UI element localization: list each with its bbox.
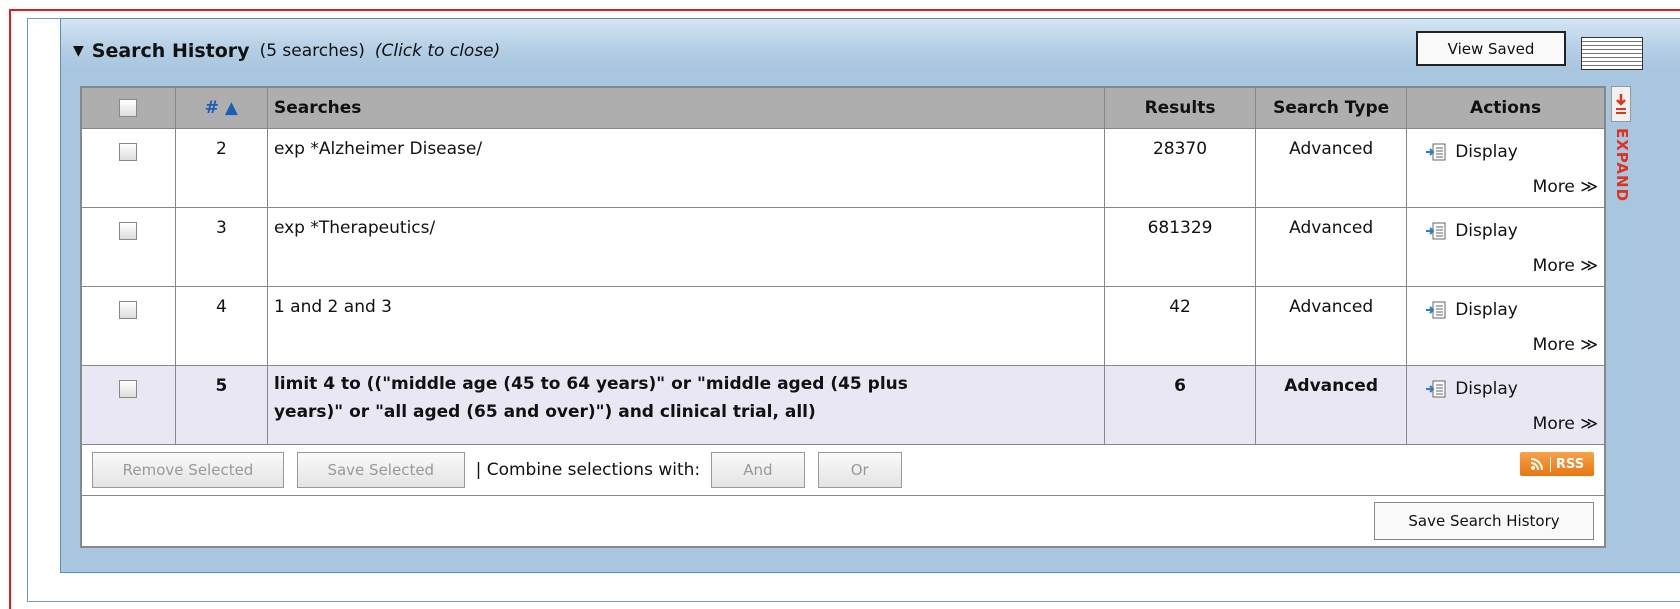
collapse-triangle-icon[interactable]: ▼ [73,43,84,59]
display-label: Display [1455,142,1518,162]
search-type: Advanced [1255,128,1408,208]
table-row: 5 limit 4 to (("middle age (45 to 64 yea… [80,365,1606,445]
row-checkbox[interactable] [119,380,138,398]
search-query: limit 4 to (("middle age (45 to 64 years… [266,365,1105,445]
display-link[interactable]: Display [1425,379,1518,399]
select-all-checkbox[interactable] [119,99,138,117]
more-link[interactable]: More ≫ [1533,414,1598,434]
display-icon [1425,380,1447,398]
close-panel-link[interactable]: (Click to close) [375,41,500,61]
panel-header[interactable]: ▼ Search History (5 searches) (Click to … [73,36,500,66]
row-actions: Display More ≫ [1406,207,1606,287]
result-count: 6 [1103,365,1257,445]
row-number: 2 [174,128,268,208]
search-type: Advanced [1255,365,1408,445]
expand-panel-toggle[interactable]: EXPAND [1611,86,1631,220]
display-link[interactable]: Display [1425,142,1518,162]
table-row: 3 exp *Therapeutics/ 681329 Advanced Dis… [80,207,1606,287]
rss-button[interactable]: RSS [1520,452,1594,476]
row-actions: Display More ≫ [1406,286,1606,366]
actions-header: Actions [1406,86,1606,129]
search-type-header: Search Type [1255,86,1408,129]
menu-lines-icon[interactable] [1581,37,1643,70]
result-count: 42 [1103,286,1257,366]
searches-header: Searches [266,86,1105,129]
display-icon [1425,301,1447,319]
row-select-cell [80,286,176,366]
search-count: (5 searches) [259,41,365,61]
save-search-history-button[interactable]: Save Search History [1374,502,1594,540]
save-selected-button[interactable]: Save Selected [296,452,465,488]
display-label: Display [1455,379,1518,399]
table-row: 4 1 and 2 and 3 42 Advanced Display More… [80,286,1606,366]
row-number: 5 [174,365,268,445]
sort-number-header[interactable]: # ▲ [174,86,268,129]
row-checkbox[interactable] [119,222,138,240]
search-type: Advanced [1255,207,1408,287]
more-link[interactable]: More ≫ [1533,256,1598,276]
table-row: 2 exp *Alzheimer Disease/ 28370 Advanced… [80,128,1606,208]
row-number: 3 [174,207,268,287]
combine-label: | Combine selections with: [475,460,701,480]
search-type: Advanced [1255,286,1408,366]
expand-label: EXPAND [1613,128,1631,203]
row-number: 4 [174,286,268,366]
display-link[interactable]: Display [1425,300,1518,320]
rss-label: RSS [1549,456,1584,472]
search-history-table: # ▲ Searches Results Search Type Actions… [80,86,1606,548]
display-icon [1425,143,1447,161]
panel-title: Search History [91,40,250,62]
search-query: exp *Therapeutics/ [266,207,1105,287]
selection-actions-row: Remove Selected Save Selected | Combine … [80,444,1606,496]
footer-cell: Save Search History [80,495,1606,548]
display-label: Display [1455,300,1518,320]
row-checkbox[interactable] [119,143,138,161]
display-link[interactable]: Display [1425,221,1518,241]
search-query: 1 and 2 and 3 [266,286,1105,366]
results-header: Results [1103,86,1257,129]
row-actions: Display More ≫ [1406,128,1606,208]
result-count: 681329 [1103,207,1257,287]
row-select-cell [80,128,176,208]
search-query: exp *Alzheimer Disease/ [266,128,1105,208]
row-actions: Display More ≫ [1406,365,1606,445]
selection-actions: Remove Selected Save Selected | Combine … [80,444,1606,496]
combine-or-button[interactable]: Or [817,452,902,488]
display-label: Display [1455,221,1518,241]
more-link[interactable]: More ≫ [1533,335,1598,355]
view-saved-button[interactable]: View Saved [1416,31,1566,66]
row-checkbox[interactable] [119,301,138,319]
more-link[interactable]: More ≫ [1533,177,1598,197]
combine-and-button[interactable]: And [710,452,805,488]
footer-row: Save Search History [80,495,1606,548]
expand-arrow-icon [1611,86,1631,122]
row-select-cell [80,207,176,287]
table-header-row: # ▲ Searches Results Search Type Actions [80,86,1606,129]
result-count: 28370 [1103,128,1257,208]
row-select-cell [80,365,176,445]
display-icon [1425,222,1447,240]
rss-feed-icon [1530,458,1543,471]
remove-selected-button[interactable]: Remove Selected [92,452,284,488]
select-all-header[interactable] [80,86,176,129]
